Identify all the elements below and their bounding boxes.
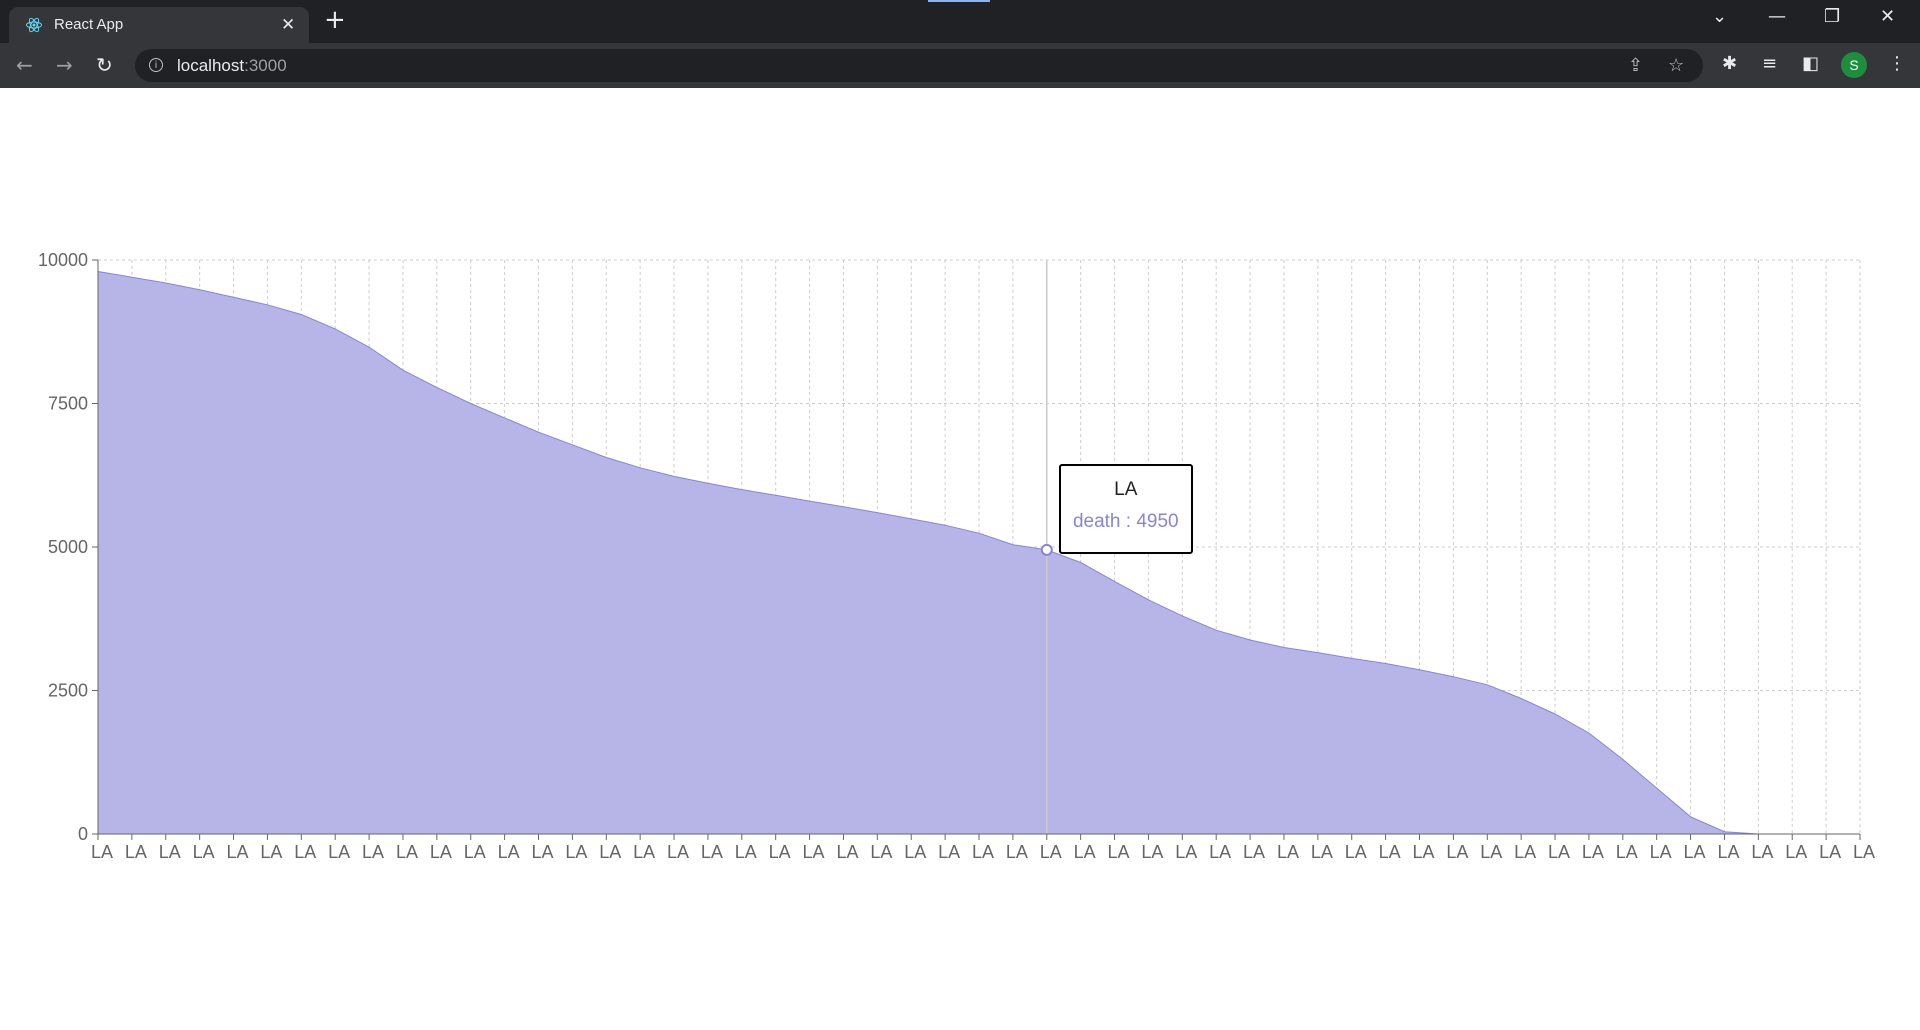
x-tick-label: LA <box>1175 842 1197 862</box>
x-tick-label: LA <box>972 842 994 862</box>
reload-icon[interactable]: ↻ <box>96 53 113 77</box>
x-tick-label: LA <box>803 842 825 862</box>
y-tick-label: 5000 <box>48 537 88 557</box>
site-info-icon[interactable]: i <box>149 58 163 72</box>
browser-toolbar: ← → ↻ i localhost:3000 ⇪ ☆ ✱ ≡ ◧ S ⋮ <box>0 43 1920 88</box>
x-tick-label: LA <box>870 842 892 862</box>
x-tick-label: LA <box>1819 842 1841 862</box>
url-host: localhost <box>177 56 245 75</box>
tab-title: React App <box>54 16 124 33</box>
forward-arrow-icon[interactable]: → <box>56 53 73 77</box>
x-tick-label: LA <box>531 842 553 862</box>
x-tick-label: LA <box>1446 842 1468 862</box>
side-panel-icon[interactable]: ◧ <box>1802 53 1819 74</box>
x-tick-label: LA <box>362 842 384 862</box>
x-tick-label: LA <box>125 842 147 862</box>
back-arrow-icon[interactable]: ← <box>16 53 33 77</box>
x-tick-label: LA <box>294 842 316 862</box>
chart-tooltip: LA death : 4950 <box>1058 463 1193 554</box>
tooltip-value: death : 4950 <box>1072 510 1179 532</box>
y-tick-label: 10000 <box>38 250 88 270</box>
x-tick-label: LA <box>260 842 282 862</box>
x-tick-label: LA <box>1412 842 1434 862</box>
new-tab-plus-icon[interactable]: + <box>324 5 346 35</box>
x-axis-ticks: LA LA LA LA LA LA LA LA LA LA LA LA LA LA LA LA LA LA LA LA… <box>91 834 1875 862</box>
x-tick-label: LA <box>769 842 791 862</box>
x-tick-label: LA <box>464 842 486 862</box>
x-tick-label: LA <box>1209 842 1231 862</box>
x-tick-label: LA <box>430 842 452 862</box>
x-tick-label: LA <box>904 842 926 862</box>
bookmark-star-icon[interactable]: ☆ <box>1668 55 1684 76</box>
x-tick-label: LA <box>701 842 723 862</box>
x-tick-label: LA <box>565 842 587 862</box>
death-area <box>98 271 1860 834</box>
extensions-puzzle-icon[interactable]: ✱ <box>1722 53 1737 74</box>
x-tick-label: LA <box>1548 842 1570 862</box>
restore-icon[interactable]: ❐ <box>1824 6 1840 27</box>
x-tick-label: LA <box>1311 842 1333 862</box>
x-tick-label: LA <box>193 842 215 862</box>
browser-tab[interactable]: React App ✕ <box>9 7 309 43</box>
close-icon[interactable]: ✕ <box>281 15 295 35</box>
react-logo-icon <box>26 17 42 33</box>
url-text[interactable]: localhost:3000 <box>177 56 287 76</box>
x-tick-label: LA <box>1853 842 1875 862</box>
url-port: :3000 <box>244 56 287 75</box>
y-axis-ticks: 0 2500 5000 7500 10000 <box>38 250 98 844</box>
x-tick-label: LA <box>633 842 655 862</box>
x-tick-label: LA <box>91 842 113 862</box>
x-tick-label: LA <box>1751 842 1773 862</box>
x-tick-label: LA <box>227 842 249 862</box>
browser-tab-strip: React App ✕ + ⌄ — ❐ ✕ <box>0 0 1920 43</box>
media-queue-icon[interactable]: ≡ <box>1762 53 1777 74</box>
x-tick-label: LA <box>1345 842 1367 862</box>
x-tick-label: LA <box>1243 842 1265 862</box>
active-dot <box>1040 543 1053 556</box>
x-tick-label: LA <box>599 842 621 862</box>
x-tick-label: LA <box>1379 842 1401 862</box>
share-icon[interactable]: ⇪ <box>1628 55 1643 76</box>
x-tick-label: LA <box>498 842 520 862</box>
x-tick-label: LA <box>1277 842 1299 862</box>
x-tick-label: LA <box>1108 842 1130 862</box>
y-tick-label: 0 <box>78 824 88 844</box>
address-bar[interactable]: i localhost:3000 ⇪ ☆ <box>135 49 1703 82</box>
x-tick-label: LA <box>1006 842 1028 862</box>
x-tick-label: LA <box>735 842 757 862</box>
x-tick-label: LA <box>1717 842 1739 862</box>
x-tick-label: LA <box>1582 842 1604 862</box>
x-tick-label: LA <box>1040 842 1062 862</box>
window-close-icon[interactable]: ✕ <box>1880 6 1895 27</box>
x-tick-label: LA <box>1785 842 1807 862</box>
y-tick-label: 7500 <box>48 394 88 414</box>
x-tick-label: LA <box>1616 842 1638 862</box>
area-chart[interactable]: 025005000750010000 LA LA LA LA LA LA LA LA LA LA L… <box>0 88 1920 1030</box>
x-tick-label: LA <box>396 842 418 862</box>
x-tick-label: LA <box>938 842 960 862</box>
x-tick-label: LA <box>1650 842 1672 862</box>
x-tick-label: LA <box>1480 842 1502 862</box>
x-tick-label: LA <box>328 842 350 862</box>
tab-search-indicator <box>928 0 990 2</box>
tab-search-chevron-icon[interactable]: ⌄ <box>1712 6 1727 27</box>
x-tick-label: LA <box>836 842 858 862</box>
x-tick-label: LA <box>1684 842 1706 862</box>
x-tick-label: LA <box>159 842 181 862</box>
page-content: 0 2500 5000 7500 10000 LA LA LA LA LA LA LA LA LA LA L… <box>0 88 1920 1030</box>
y-tick-label: 2500 <box>48 681 88 701</box>
menu-kebab-icon[interactable]: ⋮ <box>1888 53 1906 74</box>
profile-avatar[interactable]: S <box>1841 52 1867 78</box>
tooltip-label: LA <box>1114 478 1138 500</box>
x-tick-label: LA <box>1141 842 1163 862</box>
x-tick-label: LA <box>1514 842 1536 862</box>
minimize-icon[interactable]: — <box>1768 6 1786 27</box>
x-tick-label: LA <box>1074 842 1096 862</box>
x-tick-label: LA <box>667 842 689 862</box>
